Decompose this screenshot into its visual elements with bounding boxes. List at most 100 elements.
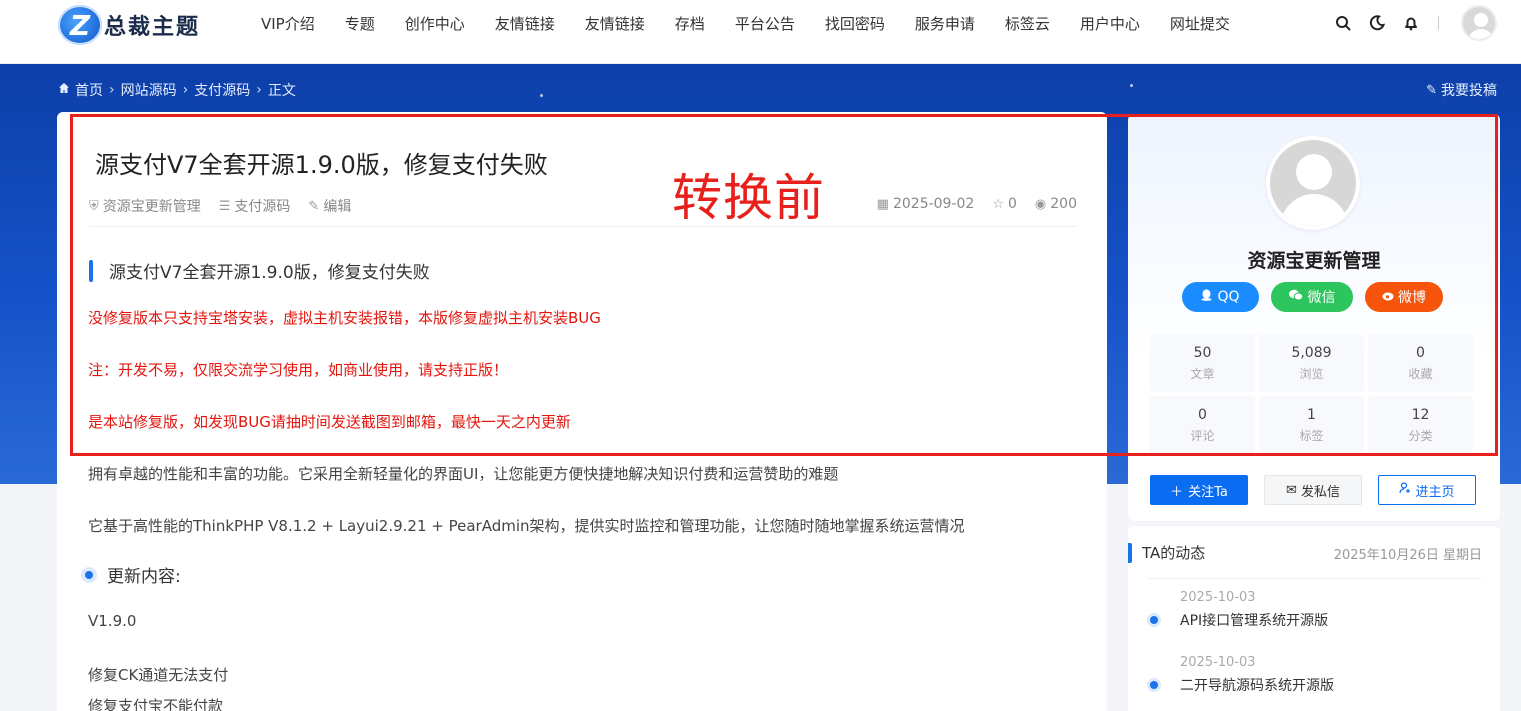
article-author[interactable]: ⛨ 资源宝更新管理 — [89, 196, 201, 216]
activity-item-link[interactable]: 二开导航源码系统开源版 — [1180, 675, 1334, 695]
site-logo[interactable]: Z 总裁主题 — [58, 5, 200, 45]
nav-item-archive[interactable]: 存档 — [675, 13, 705, 34]
nav-item-vip[interactable]: VIP介绍 — [261, 13, 315, 34]
article-views: ◉ 200 — [1035, 196, 1077, 212]
change-item: 修复CK通道无法支付 — [88, 666, 229, 684]
author-card: 资源宝更新管理 QQ 微信 微博 50 文章 5,089 浏览 0 收藏 0 评论 1 标… — [1128, 114, 1500, 521]
stat-favorites[interactable]: 0 收藏 — [1368, 334, 1473, 392]
stat-label: 评论 — [1190, 428, 1215, 443]
article-category[interactable]: ☰ 支付源码 — [219, 196, 291, 216]
date-value: 2025-09-02 — [892, 196, 975, 212]
update-heading: 更新内容: — [85, 562, 181, 587]
breadcrumb-current: 正文 — [267, 83, 296, 99]
logo-badge: Z — [58, 5, 102, 45]
activity-today: 2025年10月26日 星期日 — [1333, 548, 1482, 563]
eye-icon: ◉ — [1034, 196, 1047, 212]
update-heading-text: 更新内容: — [107, 567, 181, 587]
bell-icon[interactable] — [1402, 14, 1420, 32]
breadcrumb: 首页 › 网站源码 › 支付源码 › 正文 — [58, 80, 296, 100]
article-date: ▦ 2025-09-02 — [877, 196, 975, 212]
breadcrumb-website-source[interactable]: 网站源码 — [121, 80, 177, 100]
article-stars[interactable]: ☆ 0 — [992, 196, 1017, 212]
description-paragraph-2: 它基于高性能的ThinkPHP V8.1.2 + Layui2.9.21 + P… — [88, 517, 965, 535]
stat-comments[interactable]: 0 评论 — [1150, 396, 1255, 454]
follow-button[interactable]: ＋ 关注Ta — [1150, 475, 1248, 505]
notice-line-3: 是本站修复版，如发现BUG请抽时间发送截图到邮箱，最快一天之内更新 — [88, 413, 571, 431]
nav-item-service-request[interactable]: 服务申请 — [915, 13, 975, 34]
stat-value: 50 — [1193, 344, 1212, 361]
theme-moon-icon[interactable] — [1368, 14, 1386, 32]
author-stats: 50 文章 5,089 浏览 0 收藏 0 评论 1 标签 12 分类 — [1150, 334, 1474, 454]
stat-value: 0 — [1198, 406, 1207, 423]
user-shield-icon: ⛨ — [89, 198, 99, 214]
qq-button[interactable]: QQ — [1182, 282, 1259, 312]
nav-item-tag-cloud[interactable]: 标签云 — [1005, 13, 1050, 34]
article-card: 源支付V7全套开源1.9.0版，修复支付失败 ⛨ 资源宝更新管理 ☰ 支付源码 ✎ 编… — [57, 112, 1107, 711]
stat-views[interactable]: 5,089 浏览 — [1259, 334, 1364, 392]
author-name: 资源宝更新管理 — [102, 199, 201, 215]
author-avatar[interactable] — [1266, 136, 1360, 230]
timeline-dot — [1150, 681, 1158, 689]
home-icon — [58, 82, 70, 98]
nav-item-user-center[interactable]: 用户中心 — [1080, 13, 1140, 34]
change-item: 修复支付宝不能付款 — [88, 697, 224, 711]
views-value: 200 — [1050, 196, 1077, 212]
stars-value: 0 — [1008, 196, 1017, 212]
weibo-button[interactable]: 微博 — [1365, 282, 1443, 312]
star-icon: ☆ — [992, 196, 1004, 212]
article-meta-left: ⛨ 资源宝更新管理 ☰ 支付源码 ✎ 编辑 — [89, 196, 369, 216]
before-conversion-stamp: 转换前 — [672, 169, 825, 227]
search-icon[interactable] — [1334, 14, 1352, 32]
meta-divider — [89, 226, 1077, 227]
nav-item-links-2[interactable]: 友情链接 — [585, 13, 645, 34]
wechat-icon — [1288, 289, 1303, 305]
author-actions: ＋ 关注Ta ✉ 发私信 进主页 — [1150, 475, 1476, 505]
author-name[interactable]: 资源宝更新管理 — [1128, 246, 1500, 273]
category-name: 支付源码 — [234, 199, 291, 215]
article-title: 源支付V7全套开源1.9.0版，修复支付失败 — [95, 151, 548, 179]
homepage-label: 进主页 — [1415, 484, 1455, 500]
homepage-button[interactable]: 进主页 — [1378, 475, 1476, 505]
title-bar — [1128, 542, 1132, 563]
submit-post-link[interactable]: ✎ 我要投稿 — [1426, 80, 1497, 100]
activity-item-date: 2025-10-03 — [1180, 655, 1256, 670]
pencil-icon: ✎ — [308, 198, 320, 214]
nav-item-links-1[interactable]: 友情链接 — [495, 13, 555, 34]
user-avatar[interactable] — [1461, 5, 1497, 41]
header-actions — [1318, 0, 1521, 46]
stat-value: 12 — [1411, 406, 1430, 423]
stat-label: 文章 — [1190, 366, 1215, 381]
message-button[interactable]: ✉ 发私信 — [1264, 475, 1362, 505]
stat-label: 分类 — [1408, 428, 1433, 443]
activity-divider — [1148, 578, 1482, 579]
nav-item-announcements[interactable]: 平台公告 — [735, 13, 795, 34]
section-heading-text: 源支付V7全套开源1.9.0版，修复支付失败 — [109, 263, 430, 283]
social-links: QQ 微信 微博 — [1182, 282, 1455, 312]
logo-text: 总裁主题 — [104, 14, 201, 40]
nav-item-creator[interactable]: 创作中心 — [405, 13, 465, 34]
version-label: V1.9.0 — [88, 612, 137, 630]
main-nav: VIP介绍 专题 创作中心 友情链接 友情链接 存档 平台公告 找回密码 服务申… — [246, 0, 1245, 46]
stat-label: 标签 — [1299, 428, 1324, 443]
chevron-right-icon: › — [256, 82, 262, 98]
breadcrumb-payment-source[interactable]: 支付源码 — [194, 80, 250, 100]
nav-item-recover-password[interactable]: 找回密码 — [825, 13, 885, 34]
qq-label: QQ — [1217, 289, 1240, 305]
header-divider — [1438, 16, 1439, 30]
nav-item-submit-url[interactable]: 网址提交 — [1170, 13, 1230, 34]
article-meta-right: ▦ 2025-09-02 ☆ 0 ◉ 200 — [859, 196, 1077, 212]
nav-item-topics[interactable]: 专题 — [345, 13, 375, 34]
article-edit[interactable]: ✎ 编辑 — [308, 196, 351, 216]
stat-categories[interactable]: 12 分类 — [1368, 396, 1473, 454]
plus-icon: ＋ — [1170, 484, 1184, 500]
wechat-button[interactable]: 微信 — [1271, 282, 1353, 312]
stat-posts[interactable]: 50 文章 — [1150, 334, 1255, 392]
activity-title-text: TA的动态 — [1142, 544, 1206, 562]
stat-tags[interactable]: 1 标签 — [1259, 396, 1364, 454]
heading-bar — [89, 259, 93, 282]
breadcrumb-home[interactable]: 首页 — [75, 80, 103, 100]
chevron-right-icon: › — [109, 82, 115, 98]
activity-item-link[interactable]: API接口管理系统开源版 — [1180, 610, 1328, 630]
stat-value: 5,089 — [1291, 344, 1332, 361]
notice-line-1: 没修复版本只支持宝塔安装，虚拟主机安装报错，本版修复虚拟主机安装BUG — [88, 309, 601, 327]
